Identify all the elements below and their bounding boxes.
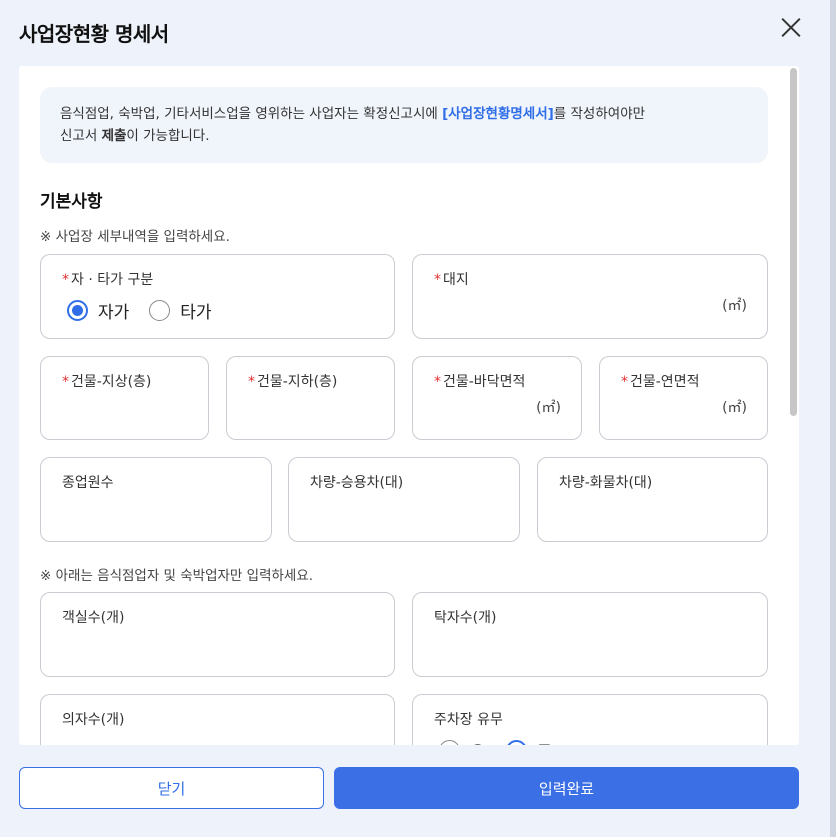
total-area-unit: (㎡): [722, 400, 747, 416]
notice-highlight: [사업장현황명세서]: [442, 106, 554, 122]
radio-parking-yes[interactable]: [439, 740, 460, 745]
land-unit: (㎡): [722, 298, 747, 314]
floors-above-label: * 건물-지상(층): [62, 374, 152, 390]
form-panel: 음식점업, 숙박업, 기타서비스업을 영위하는 사업자는 확정신고시에 [사업장…: [19, 66, 799, 745]
chairs-label: 의자수(개): [62, 712, 125, 728]
floors-below-field[interactable]: * 건물-지하(층): [226, 356, 395, 440]
total-area-field[interactable]: * 건물-연면적 (㎡): [599, 356, 768, 440]
total-area-label: * 건물-연면적: [621, 374, 700, 390]
passenger-cars-label: 차량-승용차(대): [310, 475, 404, 491]
ownership-label: * 자 · 타가 구분: [62, 272, 154, 288]
floors-above-field[interactable]: * 건물-지상(층): [40, 356, 209, 440]
close-icon[interactable]: [776, 12, 806, 42]
radio-own[interactable]: [67, 300, 88, 321]
submit-button[interactable]: 입력완료: [334, 767, 799, 809]
rooms-label: 객실수(개): [62, 610, 125, 626]
radio-rent-label: 타가: [180, 303, 212, 323]
employees-field[interactable]: 종업원수: [40, 457, 272, 542]
radio-parking-no-label: 무: [537, 738, 553, 745]
tables-field[interactable]: 탁자수(개): [412, 592, 768, 677]
dialog-title: 사업장현황 명세서: [19, 22, 169, 46]
scrollbar[interactable]: [790, 68, 797, 416]
floor-area-label: * 건물-바닥면적: [434, 374, 526, 390]
tables-label: 탁자수(개): [434, 610, 497, 626]
modal: 사업장현황 명세서 음식점업, 숙박업, 기타서비스업을 영위하는 사업자는 확…: [0, 0, 830, 837]
radio-rent[interactable]: [149, 300, 171, 321]
notice-bold: 제출: [101, 128, 127, 144]
rooms-field[interactable]: 객실수(개): [40, 592, 395, 677]
radio-own-label: 자가: [98, 303, 130, 323]
ownership-radio-group: 자가 타가: [67, 298, 232, 323]
floors-below-label: * 건물-지하(층): [248, 374, 338, 390]
restaurant-hint: ※ 아래는 음식점업자 및 숙박업자만 입력하세요.: [40, 568, 314, 584]
land-label: * 대지: [434, 272, 469, 288]
passenger-cars-field[interactable]: 차량-승용차(대): [288, 457, 520, 542]
notice-box: 음식점업, 숙박업, 기타서비스업을 영위하는 사업자는 확정신고시에 [사업장…: [40, 87, 768, 163]
radio-parking-yes-label: 유: [470, 738, 486, 745]
parking-label: 주차장 유무: [434, 712, 503, 728]
floor-area-unit: (㎡): [536, 400, 561, 416]
close-button[interactable]: 닫기: [19, 767, 324, 809]
land-field[interactable]: * 대지 (㎡): [412, 254, 768, 339]
notice-text: 음식점업, 숙박업, 기타서비스업을 영위하는 사업자는 확정신고시에: [60, 106, 443, 122]
radio-parking-no[interactable]: [505, 740, 527, 745]
ownership-field: * 자 · 타가 구분 자가 타가: [40, 254, 395, 339]
employees-label: 종업원수: [62, 475, 114, 491]
parking-field: 주차장 유무 유 무: [412, 694, 768, 745]
notice-text: 를 작성하여야만: [553, 106, 646, 122]
section-title: 기본사항: [40, 192, 103, 212]
parking-radio-group: 유 무: [439, 738, 572, 745]
section-hint: ※ 사업장 세부내역을 입력하세요.: [40, 229, 230, 245]
floor-area-field[interactable]: * 건물-바닥면적 (㎡): [412, 356, 582, 440]
trucks-field[interactable]: 차량-화물차(대): [537, 457, 768, 542]
chairs-field[interactable]: 의자수(개): [40, 694, 395, 745]
trucks-label: 차량-화물차(대): [559, 475, 653, 491]
notice-text: 신고서: [60, 128, 102, 144]
notice-text: 이 가능합니다.: [126, 128, 210, 144]
background-edge: [830, 0, 836, 837]
